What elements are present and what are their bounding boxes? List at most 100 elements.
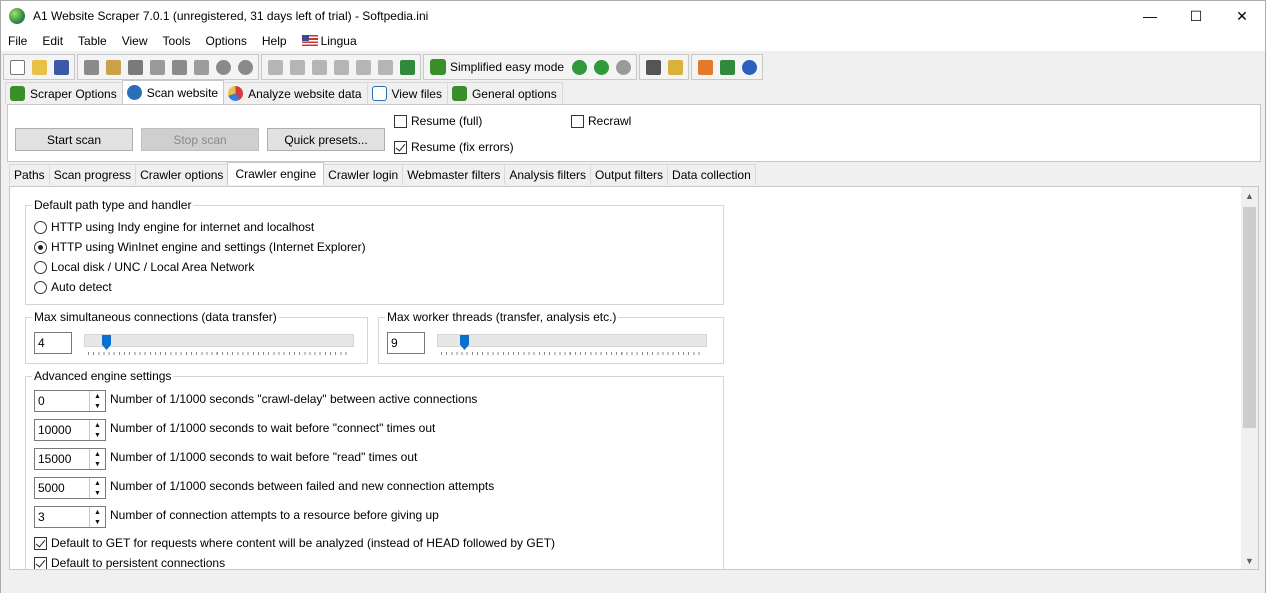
max-threads-slider[interactable] (437, 334, 707, 356)
maximize-button[interactable]: ☐ (1173, 1, 1219, 31)
us-flag-icon (301, 35, 318, 46)
tab-paths[interactable]: Paths (9, 164, 50, 185)
simplified-easy-mode-button[interactable]: Simplified easy mode (426, 56, 568, 78)
stop-scan-button[interactable]: Stop scan (141, 128, 259, 151)
spin-down-icon[interactable]: ▼ (90, 517, 105, 527)
minimize-button[interactable]: — (1127, 1, 1173, 31)
spin-up-icon[interactable]: ▲ (90, 391, 105, 401)
radio-auto-detect[interactable]: Auto detect (34, 280, 112, 294)
radio-indy-engine[interactable]: HTTP using Indy engine for internet and … (34, 220, 314, 234)
spin-up-icon[interactable]: ▲ (90, 449, 105, 459)
copy-url-button[interactable] (80, 56, 102, 78)
close-button[interactable]: ✕ (1219, 1, 1265, 31)
scrollbar-thumb[interactable] (1243, 207, 1256, 428)
toolbar-file-group (3, 54, 75, 80)
menu-help[interactable]: Help (255, 31, 295, 51)
paste-url-button[interactable] (102, 56, 124, 78)
tab-general-options[interactable]: General options (446, 82, 563, 104)
tree-sort-button[interactable] (374, 56, 396, 78)
spin-up-icon[interactable]: ▲ (90, 478, 105, 488)
vertical-scrollbar[interactable]: ▲ ▼ (1241, 187, 1258, 569)
recrawl-checkbox[interactable]: Recrawl (571, 114, 631, 128)
help-button[interactable] (738, 56, 760, 78)
paste-button[interactable] (168, 56, 190, 78)
slider-thumb[interactable] (102, 335, 111, 350)
spinner-arrows[interactable]: ▲ ▼ (89, 478, 105, 498)
tab-label: Scraper Options (30, 86, 117, 101)
back-button[interactable] (568, 56, 590, 78)
undo-button[interactable] (190, 56, 212, 78)
quick-presets-button[interactable]: Quick presets... (267, 128, 385, 151)
read-timeout-spinner[interactable]: 15000 ▲ ▼ (34, 448, 106, 470)
scroll-down-icon[interactable]: ▼ (1241, 552, 1258, 569)
spinner-arrows[interactable]: ▲ ▼ (89, 449, 105, 469)
tab-scan-progress[interactable]: Scan progress (48, 164, 137, 185)
menu-view[interactable]: View (115, 31, 156, 51)
spinner-arrows[interactable]: ▲ ▼ (89, 391, 105, 411)
tree-filter-button[interactable] (352, 56, 374, 78)
start-scan-button[interactable]: Start scan (15, 128, 133, 151)
spinner-value: 5000 (38, 481, 65, 495)
open-folder-button[interactable] (28, 56, 50, 78)
persistent-connections-checkbox[interactable]: Default to persistent connections (34, 556, 225, 569)
menu-edit[interactable]: Edit (35, 31, 71, 51)
tree-export-button[interactable] (396, 56, 418, 78)
tab-view-files[interactable]: View files (366, 82, 448, 104)
menu-options[interactable]: Options (199, 31, 255, 51)
resume-full-checkbox[interactable]: Resume (full) (394, 114, 482, 128)
menu-tools[interactable]: Tools (156, 31, 199, 51)
tab-webmaster-filters[interactable]: Webmaster filters (402, 164, 506, 185)
forward-button[interactable] (590, 56, 612, 78)
tab-output-filters[interactable]: Output filters (590, 164, 669, 185)
max-threads-input[interactable]: 9 (387, 332, 425, 354)
connect-timeout-spinner[interactable]: 10000 ▲ ▼ (34, 419, 106, 441)
max-connections-input[interactable]: 4 (34, 332, 72, 354)
spin-down-icon[interactable]: ▼ (90, 430, 105, 440)
resume-fix-errors-checkbox[interactable]: Resume (fix errors) (394, 140, 514, 154)
radio-local-disk[interactable]: Local disk / UNC / Local Area Network (34, 260, 254, 274)
spin-down-icon[interactable]: ▼ (90, 401, 105, 411)
share-button[interactable] (716, 56, 738, 78)
spin-up-icon[interactable]: ▲ (90, 420, 105, 430)
tab-analyze-website-data[interactable]: Analyze website data (223, 82, 368, 104)
radio-label: Auto detect (51, 280, 112, 294)
buy-button[interactable] (642, 56, 664, 78)
connection-attempts-spinner[interactable]: 3 ▲ ▼ (34, 506, 106, 528)
tree-move-button[interactable] (330, 56, 352, 78)
spin-up-icon[interactable]: ▲ (90, 507, 105, 517)
tab-crawler-login[interactable]: Crawler login (323, 164, 404, 185)
puzzle-icon (451, 86, 467, 101)
tab-scan-website[interactable]: Scan website (121, 80, 225, 104)
spin-down-icon[interactable]: ▼ (90, 488, 105, 498)
save-button[interactable] (50, 56, 72, 78)
scroll-up-icon[interactable]: ▲ (1241, 187, 1258, 204)
cut-button[interactable] (124, 56, 146, 78)
home-button[interactable] (694, 56, 716, 78)
tab-crawler-options[interactable]: Crawler options (135, 164, 229, 185)
crawl-delay-spinner[interactable]: 0 ▲ ▼ (34, 390, 106, 412)
default-get-checkbox[interactable]: Default to GET for requests where conten… (34, 536, 555, 550)
spinner-arrows[interactable]: ▲ ▼ (89, 420, 105, 440)
copy-button[interactable] (146, 56, 168, 78)
tab-data-collection[interactable]: Data collection (667, 164, 756, 185)
slider-thumb[interactable] (460, 335, 469, 350)
new-file-button[interactable] (6, 56, 28, 78)
spin-down-icon[interactable]: ▼ (90, 459, 105, 469)
menu-lingua[interactable]: Lingua (295, 31, 365, 51)
menu-table[interactable]: Table (71, 31, 115, 51)
tree-level-button[interactable] (308, 56, 330, 78)
spinner-arrows[interactable]: ▲ ▼ (89, 507, 105, 527)
tree-expand-button[interactable] (286, 56, 308, 78)
tab-analysis-filters[interactable]: Analysis filters (504, 164, 592, 185)
max-connections-slider[interactable] (84, 334, 354, 356)
tab-scraper-options[interactable]: Scraper Options (5, 82, 123, 104)
find-button[interactable] (212, 56, 234, 78)
refresh-button[interactable] (612, 56, 634, 78)
menu-file[interactable]: File (1, 31, 35, 51)
radio-wininet-engine[interactable]: HTTP using WinInet engine and settings (… (34, 240, 366, 254)
find-next-button[interactable] (234, 56, 256, 78)
register-button[interactable] (664, 56, 686, 78)
retry-delay-spinner[interactable]: 5000 ▲ ▼ (34, 477, 106, 499)
tree-collapse-button[interactable] (264, 56, 286, 78)
tab-crawler-engine[interactable]: Crawler engine (227, 162, 325, 185)
